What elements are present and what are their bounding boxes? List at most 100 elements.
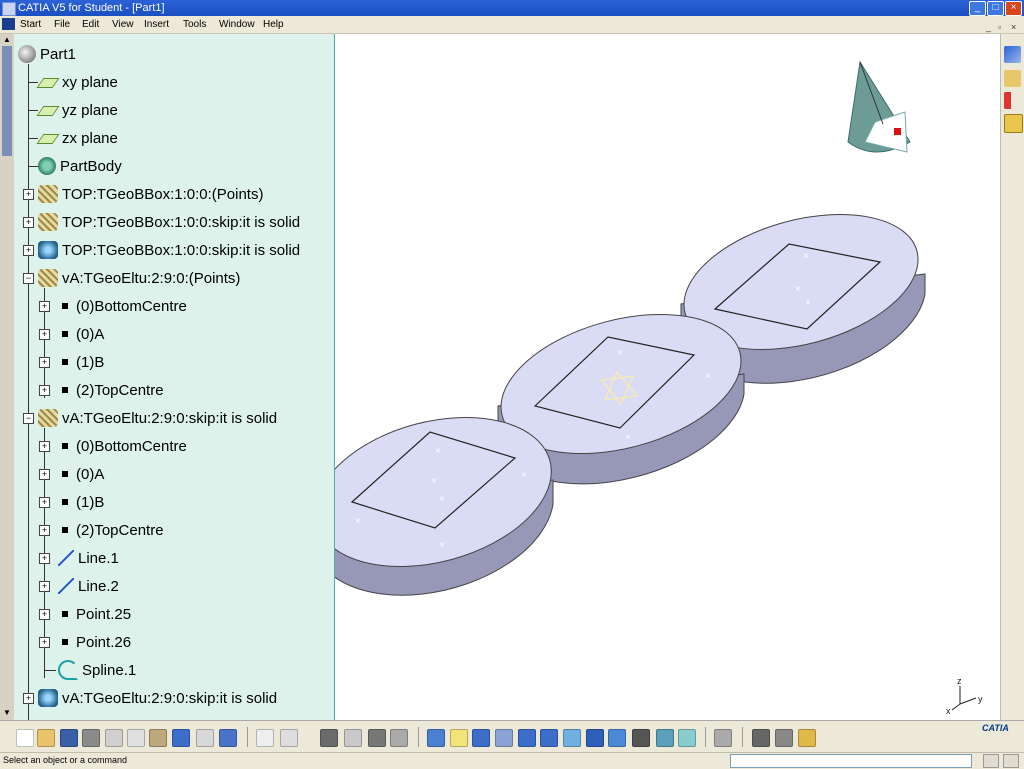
expand-toggle[interactable]: + xyxy=(39,525,50,536)
menu-help[interactable]: Help xyxy=(263,16,284,33)
maximize-button[interactable]: □ xyxy=(987,1,1004,16)
apply-material-icon[interactable] xyxy=(798,729,816,747)
fit-all-icon[interactable] xyxy=(450,729,468,747)
paste-icon[interactable] xyxy=(149,729,167,747)
new-file-icon[interactable] xyxy=(16,729,34,747)
tree-item-point[interactable]: (2)TopCentre xyxy=(58,377,164,403)
table-icon[interactable] xyxy=(320,729,338,747)
expand-toggle[interactable]: + xyxy=(39,301,50,312)
expand-toggle[interactable]: + xyxy=(39,385,50,396)
tree-item-top-bbox-solid-2[interactable]: TOP:TGeoBBox:1:0:0:skip:it is solid xyxy=(38,237,300,263)
measure-icon[interactable] xyxy=(1004,114,1023,133)
measure-item-icon[interactable] xyxy=(775,729,793,747)
print-icon[interactable] xyxy=(82,729,100,747)
tree-item-point[interactable]: (0)A xyxy=(58,461,104,487)
tree-item-point[interactable]: (0)BottomCentre xyxy=(58,293,187,319)
exit-workbench-icon[interactable] xyxy=(1004,70,1021,87)
collapse-toggle[interactable]: − xyxy=(23,413,34,424)
save-icon[interactable] xyxy=(60,729,78,747)
expand-toggle[interactable]: + xyxy=(23,217,34,228)
open-file-icon[interactable] xyxy=(37,729,55,747)
tree-item-va-eltu-solid[interactable]: vA:TGeoEltu:2:9:0:skip:it is solid xyxy=(38,405,277,431)
expand-toggle[interactable]: + xyxy=(39,441,50,452)
pan-icon[interactable] xyxy=(472,729,490,747)
tree-item-va-eltu-points[interactable]: vA:TGeoEltu:2:9:0:(Points) xyxy=(38,265,240,291)
formula-icon[interactable] xyxy=(256,729,274,747)
menu-window[interactable]: Window xyxy=(219,16,255,33)
normal-view-icon[interactable] xyxy=(563,729,581,747)
tree-item-top-bbox-points[interactable]: TOP:TGeoBBox:1:0:0:(Points) xyxy=(38,181,263,207)
menu-file[interactable]: File xyxy=(54,16,70,33)
tree-item-yz-plane[interactable]: yz plane xyxy=(38,97,118,123)
pad-icon[interactable] xyxy=(1004,92,1021,109)
menu-tools[interactable]: Tools xyxy=(183,16,206,33)
tree-scrollbar[interactable]: ▲ ▼ xyxy=(0,34,14,720)
tree-item-partbody[interactable]: PartBody xyxy=(38,153,122,179)
tree-root[interactable]: Part1 xyxy=(18,41,76,67)
expand-toggle[interactable]: + xyxy=(39,497,50,508)
expand-toggle[interactable]: + xyxy=(23,693,34,704)
cut-icon[interactable] xyxy=(105,729,123,747)
tree-item-point[interactable]: (1)B xyxy=(58,489,104,515)
iso-view-icon[interactable] xyxy=(608,729,626,747)
tree-item-point[interactable]: Point.25 xyxy=(58,601,131,627)
tree-item-zx-plane[interactable]: zx plane xyxy=(38,125,118,151)
tree-item-point[interactable]: (1)B xyxy=(58,349,104,375)
multi-view-icon[interactable] xyxy=(586,729,604,747)
tree-item-point[interactable]: (0)A xyxy=(58,321,104,347)
sketcher-icon[interactable] xyxy=(1004,46,1021,63)
expand-toggle[interactable]: + xyxy=(39,553,50,564)
expand-toggle[interactable]: + xyxy=(39,357,50,368)
command-input[interactable] xyxy=(730,754,972,768)
shading-icon[interactable] xyxy=(632,729,650,747)
swap-visible-space-icon[interactable] xyxy=(678,729,696,747)
scroll-up-arrow-icon[interactable]: ▲ xyxy=(1,35,13,45)
specs-icon[interactable] xyxy=(390,729,408,747)
fly-mode-icon[interactable] xyxy=(427,729,445,747)
menu-insert[interactable]: Insert xyxy=(144,16,169,33)
hide-show-icon[interactable] xyxy=(656,729,674,747)
expand-toggle[interactable]: + xyxy=(39,469,50,480)
undo-icon[interactable] xyxy=(172,729,190,747)
status-button[interactable] xyxy=(983,754,999,768)
minimize-button[interactable]: _ xyxy=(969,1,986,16)
catalog-icon[interactable] xyxy=(714,729,732,747)
collapse-toggle[interactable]: − xyxy=(23,273,34,284)
tree-item-top-bbox-solid[interactable]: TOP:TGeoBBox:1:0:0:skip:it is solid xyxy=(38,209,300,235)
zoom-out-icon[interactable] xyxy=(540,729,558,747)
tree-item-point[interactable]: Point.26 xyxy=(58,629,131,655)
expand-toggle[interactable]: + xyxy=(39,637,50,648)
document-menu-icon[interactable] xyxy=(2,18,15,30)
tree-item-spline[interactable]: Spline.1 xyxy=(58,657,136,683)
scroll-thumb[interactable] xyxy=(2,46,12,156)
redo-icon[interactable] xyxy=(196,729,214,747)
whats-this-icon[interactable] xyxy=(219,729,237,747)
analysis-icon[interactable] xyxy=(368,729,386,747)
scroll-down-arrow-icon[interactable]: ▼ xyxy=(1,708,13,718)
tree-item-xy-plane[interactable]: xy plane xyxy=(38,69,118,95)
compass-icon[interactable] xyxy=(847,60,911,153)
menu-edit[interactable]: Edit xyxy=(82,16,99,33)
knowledge-icon[interactable] xyxy=(280,729,298,747)
menu-view[interactable]: View xyxy=(112,16,134,33)
tree-item-va-eltu-solid-2[interactable]: vA:TGeoEltu:2:9:0:skip:it is solid xyxy=(38,685,277,711)
expand-toggle[interactable]: + xyxy=(39,581,50,592)
catia-app-icon[interactable] xyxy=(2,2,16,16)
tree-item-point[interactable]: (2)TopCentre xyxy=(58,517,164,543)
tree-expand-icon[interactable] xyxy=(344,729,362,747)
expand-toggle[interactable]: + xyxy=(39,609,50,620)
tree-item-line[interactable]: Line.1 xyxy=(58,545,119,571)
rotate-icon[interactable] xyxy=(495,729,513,747)
3d-viewport[interactable]: × × × × × × × × × × × × z y x xyxy=(335,34,1000,720)
close-button[interactable]: × xyxy=(1005,1,1022,16)
expand-toggle[interactable]: + xyxy=(23,245,34,256)
measure-between-icon[interactable] xyxy=(752,729,770,747)
menu-start[interactable]: Start xyxy=(20,16,41,33)
zoom-in-icon[interactable] xyxy=(518,729,536,747)
status-button[interactable] xyxy=(1003,754,1019,768)
expand-toggle[interactable]: + xyxy=(23,189,34,200)
copy-icon[interactable] xyxy=(127,729,145,747)
expand-toggle[interactable]: + xyxy=(39,329,50,340)
tree-item-point[interactable]: (0)BottomCentre xyxy=(58,433,187,459)
tree-item-line[interactable]: Line.2 xyxy=(58,573,119,599)
